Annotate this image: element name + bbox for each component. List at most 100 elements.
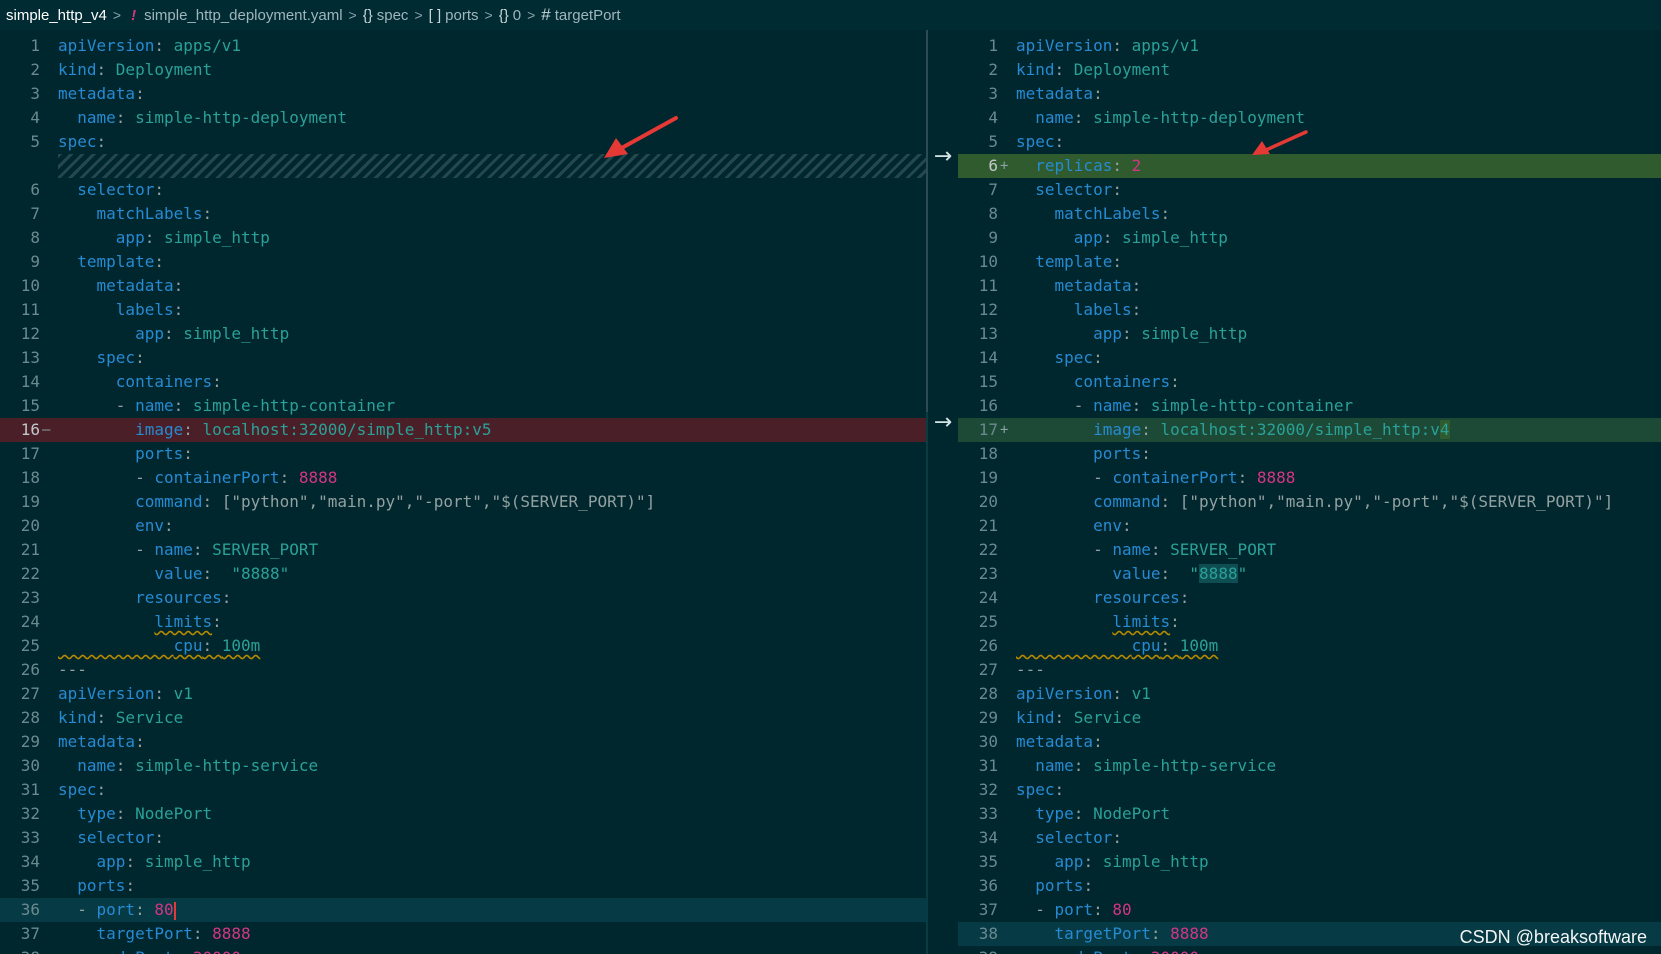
code-line[interactable]: 24 limits: <box>0 610 928 634</box>
code-text[interactable]: apiVersion: v1 <box>58 682 193 706</box>
code-line[interactable]: 30 name: simple-http-service <box>0 754 928 778</box>
code-line[interactable]: 29 metadata: <box>0 730 928 754</box>
code-text[interactable]: - name: simple-http-container <box>58 394 395 418</box>
code-text[interactable]: apiVersion: v1 <box>1016 682 1151 706</box>
code-line[interactable]: 11 metadata: <box>958 274 1661 298</box>
code-text[interactable]: ports: <box>58 442 193 466</box>
code-line[interactable]: 12 app: simple_http <box>0 322 928 346</box>
code-text[interactable]: kind: Deployment <box>1016 58 1170 82</box>
code-text[interactable]: - name: SERVER_PORT <box>58 538 318 562</box>
code-line[interactable]: 36 ports: <box>958 874 1661 898</box>
breadcrumb-item-ports[interactable]: [ ] ports <box>429 7 479 24</box>
code-text[interactable]: - port: 80 <box>1016 898 1131 922</box>
code-line[interactable]: 20 command: ["python","main.py","-port",… <box>958 490 1661 514</box>
code-text[interactable]: nodePort: 30000 <box>58 946 242 954</box>
code-text[interactable]: matchLabels: <box>58 202 213 226</box>
code-line[interactable]: 2 kind: Deployment <box>0 58 928 82</box>
code-line[interactable]: 24 resources: <box>958 586 1661 610</box>
code-text[interactable]: - containerPort: 8888 <box>58 466 337 490</box>
code-text[interactable]: metadata: <box>58 274 184 298</box>
code-text[interactable]: spec: <box>1016 346 1103 370</box>
code-text[interactable]: selector: <box>1016 826 1122 850</box>
code-line[interactable]: 15 - name: simple-http-container <box>0 394 928 418</box>
code-line[interactable]: 18 - containerPort: 8888 <box>0 466 928 490</box>
code-line[interactable]: 34 selector: <box>958 826 1661 850</box>
breadcrumb-project[interactable]: simple_http_v4 <box>0 7 107 24</box>
code-line[interactable]: 13 spec: <box>0 346 928 370</box>
code-text[interactable]: resources: <box>58 586 231 610</box>
code-line[interactable]: 23 value: "8888" <box>958 562 1661 586</box>
revert-arrow-icon[interactable]: → <box>931 410 955 435</box>
code-text[interactable]: template: <box>1016 250 1122 274</box>
code-line[interactable]: 37 targetPort: 8888 <box>0 922 928 946</box>
code-text[interactable]: type: NodePort <box>58 802 212 826</box>
code-text[interactable]: value: "8888" <box>58 562 289 586</box>
code-line[interactable]: 14 containers: <box>0 370 928 394</box>
code-text[interactable]: metadata: <box>1016 274 1142 298</box>
code-text[interactable]: --- <box>58 658 87 682</box>
breadcrumb-item-spec[interactable]: {} spec <box>363 7 409 24</box>
code-text[interactable]: name: simple-http-deployment <box>58 106 347 130</box>
code-text[interactable]: name: simple-http-service <box>58 754 318 778</box>
code-text[interactable]: targetPort: 8888 <box>1016 922 1209 946</box>
code-text[interactable]: app: simple_http <box>1016 226 1228 250</box>
code-text[interactable]: - name: SERVER_PORT <box>1016 538 1276 562</box>
code-line[interactable]: 18 ports: <box>958 442 1661 466</box>
code-text[interactable]: command: ["python","main.py","-port","$(… <box>58 490 655 514</box>
code-line[interactable]: 2 kind: Deployment <box>958 58 1661 82</box>
code-line[interactable]: 37 - port: 80 <box>958 898 1661 922</box>
revert-arrow-icon[interactable]: → <box>931 144 955 169</box>
code-line[interactable]: 31 spec: <box>0 778 928 802</box>
code-text[interactable]: cpu: 100m <box>58 634 261 658</box>
code-text[interactable]: name: simple-http-deployment <box>1016 106 1305 130</box>
code-text[interactable]: spec: <box>1016 778 1064 802</box>
code-line[interactable]: 12 labels: <box>958 298 1661 322</box>
code-text[interactable]: limits: <box>1016 610 1179 634</box>
code-text[interactable]: labels: <box>58 298 183 322</box>
code-line[interactable]: 9 template: <box>0 250 928 274</box>
code-line[interactable]: 38 nodePort: 30000 <box>0 946 928 954</box>
code-text[interactable]: containers: <box>58 370 222 394</box>
code-text[interactable]: apiVersion: apps/v1 <box>1016 34 1199 58</box>
code-line[interactable]: 32 spec: <box>958 778 1661 802</box>
code-text[interactable]: - name: simple-http-container <box>1016 394 1353 418</box>
code-line[interactable]: 13 app: simple_http <box>958 322 1661 346</box>
code-line[interactable]: 10 template: <box>958 250 1661 274</box>
code-line[interactable]: 29 kind: Service <box>958 706 1661 730</box>
code-text[interactable]: selector: <box>58 178 164 202</box>
code-line[interactable]: 8 app: simple_http <box>0 226 928 250</box>
code-text[interactable]: ports: <box>1016 874 1093 898</box>
code-text[interactable]: ports: <box>1016 442 1151 466</box>
code-text[interactable]: cpu: 100m <box>1016 634 1219 658</box>
code-line[interactable]: 34 app: simple_http <box>0 850 928 874</box>
code-text[interactable]: command: ["python","main.py","-port","$(… <box>1016 490 1613 514</box>
code-line[interactable]: 3 metadata: <box>0 82 928 106</box>
code-text[interactable]: type: NodePort <box>1016 802 1170 826</box>
code-text[interactable]: template: <box>58 250 164 274</box>
code-line[interactable]: 19 command: ["python","main.py","-port",… <box>0 490 928 514</box>
code-text[interactable]: selector: <box>58 826 164 850</box>
code-line[interactable]: 27 --- <box>958 658 1661 682</box>
code-text[interactable]: apiVersion: apps/v1 <box>58 34 241 58</box>
code-line[interactable]: 25 limits: <box>958 610 1661 634</box>
breadcrumb-item-0[interactable]: {} 0 <box>499 7 521 24</box>
code-text[interactable]: app: simple_http <box>58 322 289 346</box>
code-line[interactable]: 8 matchLabels: <box>958 202 1661 226</box>
code-line[interactable]: 16 - name: simple-http-container <box>958 394 1661 418</box>
code-line[interactable]: 31 name: simple-http-service <box>958 754 1661 778</box>
code-line[interactable]: 23 resources: <box>0 586 928 610</box>
code-line[interactable]: 35 ports: <box>0 874 928 898</box>
code-text[interactable]: app: simple_http <box>58 226 270 250</box>
code-text[interactable]: kind: Service <box>58 706 183 730</box>
left-editor-pane[interactable]: 1 apiVersion: apps/v1 2 kind: Deployment 3 me… <box>0 30 928 954</box>
code-line[interactable]: 33 type: NodePort <box>958 802 1661 826</box>
code-text[interactable]: metadata: <box>58 82 145 106</box>
code-text[interactable]: env: <box>1016 514 1132 538</box>
code-line[interactable]: 15 containers: <box>958 370 1661 394</box>
code-line[interactable]: 7 selector: <box>958 178 1661 202</box>
code-line[interactable]: 30 metadata: <box>958 730 1661 754</box>
breadcrumb-file[interactable]: ! simple_http_deployment.yaml <box>127 7 342 24</box>
code-text[interactable]: --- <box>1016 658 1045 682</box>
code-text[interactable]: metadata: <box>1016 730 1103 754</box>
code-line[interactable]: 4 name: simple-http-deployment <box>958 106 1661 130</box>
